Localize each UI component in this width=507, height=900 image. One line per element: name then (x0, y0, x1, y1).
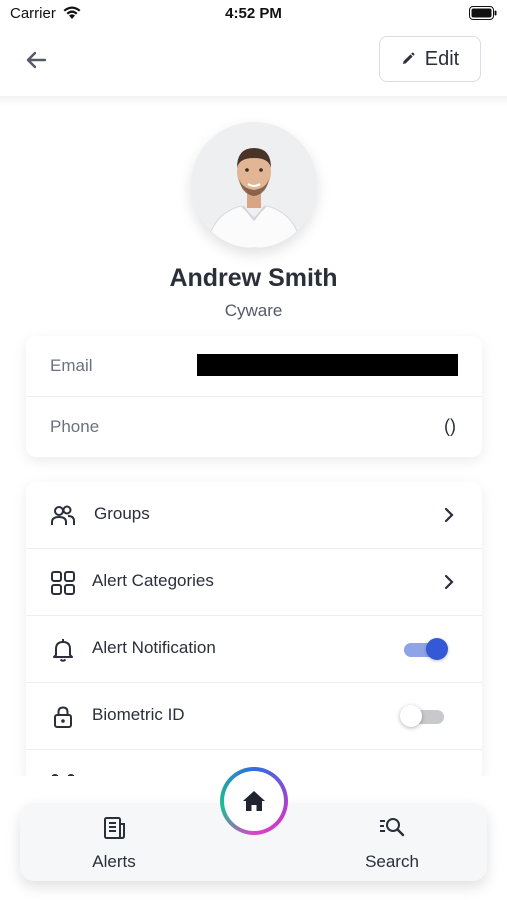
contact-card: Email Phone () (26, 336, 482, 457)
status-bar: Carrier 4:52 PM (0, 0, 507, 28)
email-label: Email (50, 356, 93, 375)
email-value-redacted (197, 354, 458, 376)
lock-icon (54, 706, 72, 728)
edit-button[interactable]: Edit (379, 36, 481, 82)
users-icon (51, 505, 75, 525)
tab-label: Search (365, 852, 419, 871)
edit-label: Edit (424, 47, 460, 70)
settings-menu: Groups Alert Categories Alert Notificati… (26, 482, 482, 782)
toggle-thumb (400, 705, 422, 727)
header: Edit (0, 28, 507, 98)
bell-icon (53, 639, 73, 662)
tab-search[interactable]: Search (332, 813, 452, 873)
biometric-id-toggle[interactable] (400, 705, 446, 727)
menu-item-alert-notification: Alert Notification (26, 616, 482, 682)
menu-item-label: Biometric ID (92, 705, 185, 724)
menu-item-biometric-id: Biometric ID (26, 683, 482, 749)
home-button[interactable] (220, 767, 288, 835)
home-icon (243, 791, 265, 811)
menu-item-label: Alert Notification (92, 638, 216, 657)
header-divider (0, 96, 507, 106)
status-time: 4:52 PM (225, 5, 282, 22)
grid-icon (51, 571, 75, 595)
menu-item-label: Alert Categories (92, 571, 214, 590)
alert-notification-toggle[interactable] (402, 638, 448, 660)
profile-organization: Cyware (224, 301, 283, 320)
menu-item-groups[interactable]: Groups (26, 482, 482, 548)
battery-icon (469, 6, 497, 20)
profile-name: Andrew Smith (169, 264, 338, 292)
phone-label: Phone (50, 417, 100, 436)
pencil-icon (402, 52, 415, 64)
menu-item-label: Groups (94, 504, 150, 523)
newspaper-icon (104, 817, 125, 839)
menu-item-alert-categories[interactable]: Alert Categories (26, 549, 482, 615)
home-button-inner (224, 771, 284, 831)
email-row: Email (26, 336, 482, 396)
profile-photo (191, 122, 317, 248)
toggle-thumb (426, 638, 448, 660)
arrow-left-icon (26, 51, 47, 69)
search-icon (380, 818, 405, 837)
tab-alerts[interactable]: Alerts (54, 813, 174, 873)
tab-label: Alerts (92, 852, 136, 871)
chevron-right-icon (444, 507, 454, 523)
chevron-right-icon (444, 574, 454, 590)
phone-row: Phone () (26, 397, 482, 457)
back-button[interactable] (20, 44, 52, 76)
phone-value: () (444, 416, 456, 436)
avatar (191, 122, 317, 248)
